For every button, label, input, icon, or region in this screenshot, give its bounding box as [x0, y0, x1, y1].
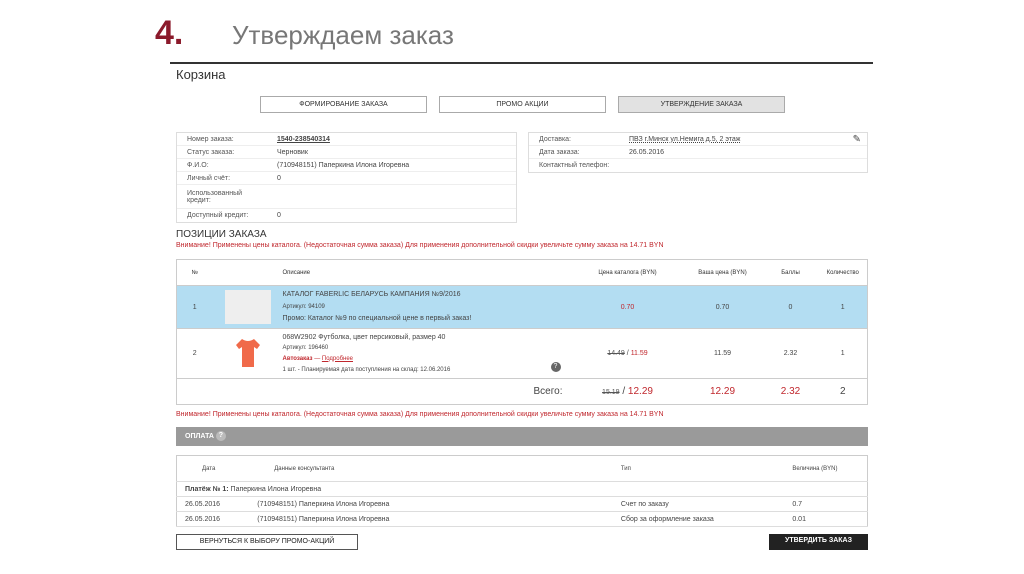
value: 0: [277, 212, 281, 219]
col-header: Описание: [282, 269, 311, 276]
tab-promo[interactable]: ПРОМО АКЦИИ: [439, 96, 606, 113]
item-promo: Промо: Каталог №9 по специальной цене в …: [282, 315, 472, 322]
item-article: Артикул: 94109: [282, 304, 325, 310]
label: Ф.И.О:: [187, 161, 209, 169]
warning-text: Внимание! Применены цены каталога. (Недо…: [176, 411, 664, 418]
label: Номер заказа:: [187, 135, 234, 143]
label: Доступный кредит:: [187, 212, 249, 219]
total-price: 12.29: [709, 386, 736, 397]
row-number: 2: [192, 350, 197, 357]
total-old: 15.19: [602, 389, 620, 396]
points: 2.32: [783, 350, 798, 357]
date: 26.05.2016: [176, 511, 250, 527]
price: 0.70: [715, 303, 730, 311]
consultant: (710948151) Паперкина Илона Игоревна: [249, 511, 613, 527]
back-to-promo-button[interactable]: ВЕРНУТЬСЯ К ВЫБОРУ ПРОМО-АКЦИЙ: [176, 534, 358, 550]
payment-header: ОПЛАТА ?: [176, 427, 868, 446]
payment-table: Дата Данные консультанта Тип Величина (B…: [176, 455, 868, 527]
payment-group-row: Платёж № 1: Паперкина Илона Игоревна: [176, 481, 868, 497]
total-label: Всего:: [533, 386, 563, 397]
details-link[interactable]: Подробнее: [322, 356, 353, 362]
warning-text: Внимание! Применены цены каталога. (Недо…: [176, 242, 664, 249]
catalog-image: [224, 290, 271, 324]
col-header: Дата: [176, 455, 250, 482]
col-header: Ваша цена (BYN): [698, 269, 747, 276]
catalog-old-price: 14.49: [607, 350, 625, 357]
help-icon[interactable]: ?: [550, 362, 561, 372]
label: Личный счёт:: [187, 174, 231, 182]
col-header: Цена каталога (BYN): [598, 269, 657, 276]
total-qty: 2: [839, 386, 846, 397]
group-name: Паперкина Илона Игоревна: [230, 485, 322, 493]
slide-title: Утверждаем заказ: [232, 20, 454, 50]
total-catalog: 12.29: [627, 386, 653, 397]
value: 0.7: [784, 496, 868, 512]
value: (710948151) Паперкина Илона Игоревна: [277, 161, 410, 169]
total-points: 2.32: [780, 386, 801, 397]
value: 0: [277, 174, 281, 182]
catalog-price: 11.59: [630, 350, 648, 357]
col-header: Величина (BYN): [784, 455, 868, 482]
autoorder-label: Автозаказ: [282, 355, 313, 362]
cart-title: Корзина: [176, 67, 226, 82]
table-row: 26.05.2016 (710948151) Паперкина Илона Иг…: [176, 496, 868, 512]
pencil-icon[interactable]: ✎: [853, 134, 861, 145]
quantity: 1: [840, 303, 845, 311]
order-info-box: Номер заказа: 1540-238540314 Статус заказ…: [176, 132, 517, 223]
value: Черновик: [277, 148, 308, 156]
tab-order-forming[interactable]: ФОРМИРОВАНИЕ ЗАКАЗА: [260, 96, 427, 113]
points: 0: [788, 303, 793, 311]
label: Статус заказа:: [187, 148, 235, 156]
catalog-price: 0.70: [620, 303, 635, 311]
row-number: 1: [192, 303, 197, 311]
item-plan: 1 шт. - Планируемая дата поступления на …: [282, 366, 451, 373]
item-name: КАТАЛОГ FABERLIC БЕЛАРУСЬ КАМПАНИЯ №9/20…: [282, 291, 461, 298]
delivery-address[interactable]: ПВЗ г.Минск ул.Немига д.5, 2 этаж: [629, 136, 740, 143]
slide-number: 4.: [155, 14, 184, 52]
value: 0.01: [784, 511, 868, 527]
label: Использованный кредит:: [187, 189, 243, 204]
payment-title: ОПЛАТА: [185, 433, 214, 440]
value: 26.05.2016: [629, 148, 665, 156]
total-row: Всего: 15.19 / 12.29 12.29 2.32 2: [177, 379, 868, 405]
items-table: № Описание Цена каталога (BYN) Ваша цена…: [176, 259, 868, 405]
type: Счет по заказу: [612, 496, 785, 512]
col-header: №: [191, 269, 198, 276]
help-icon[interactable]: ?: [215, 431, 226, 442]
col-header: Данные консультанта: [249, 455, 613, 482]
consultant: (710948151) Паперкина Илона Игоревна: [249, 496, 613, 512]
price: 11.59: [714, 350, 731, 357]
label: Доставка:: [539, 135, 572, 143]
order-number-link[interactable]: 1540-238540314: [277, 136, 330, 143]
tab-confirm-order[interactable]: УТВЕРЖДЕНИЕ ЗАКАЗА: [618, 96, 785, 113]
group-label: Платёж № 1:: [185, 485, 229, 493]
table-row[interactable]: 1 КАТАЛОГ FABERLIC БЕЛАРУСЬ КАМПАНИЯ №9/…: [176, 285, 868, 329]
positions-title: ПОЗИЦИИ ЗАКАЗА: [176, 229, 267, 240]
divider: [170, 62, 873, 64]
date: 26.05.2016: [176, 496, 250, 512]
label: Контактный телефон:: [539, 162, 610, 169]
table-row[interactable]: 2 068W2902 Футболка, цвет персиковый, ра…: [176, 329, 868, 379]
table-row: 26.05.2016 (710948151) Паперкина Илона Иг…: [176, 511, 868, 527]
item-article: Артикул: 196460: [282, 344, 329, 351]
item-name: 068W2902 Футболка, цвет персиковый, разм…: [282, 333, 446, 341]
col-header: Количество: [826, 269, 859, 276]
label: Дата заказа:: [539, 148, 580, 156]
col-header: Тип: [612, 455, 785, 482]
quantity: 1: [840, 350, 845, 357]
delivery-info-box: Доставка: ПВЗ г.Минск ул.Немига д.5, 2 эт…: [528, 132, 868, 173]
confirm-order-button[interactable]: УТВЕРДИТЬ ЗАКАЗ: [769, 534, 868, 550]
col-header: Баллы: [781, 269, 800, 276]
tshirt-image: [235, 338, 260, 367]
type: Сбор за оформление заказа: [612, 511, 785, 527]
